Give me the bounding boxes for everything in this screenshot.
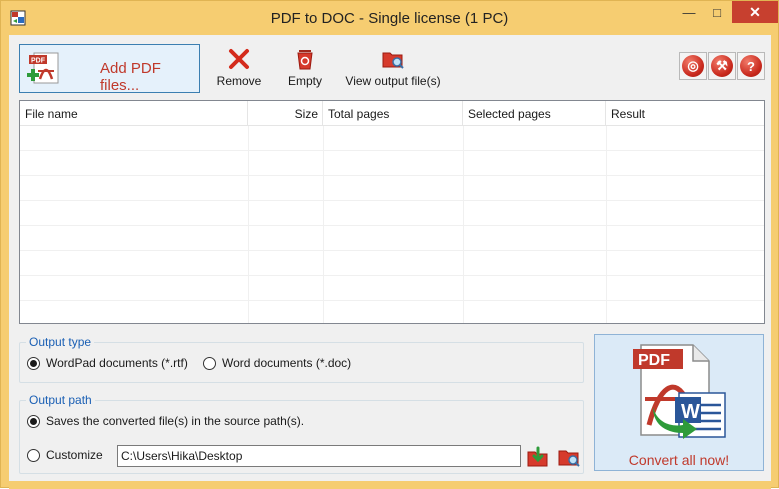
remove-label: Remove: [216, 74, 262, 88]
table-row: [20, 126, 764, 151]
radio-customize-label: Customize: [46, 448, 103, 462]
add-pdf-files-button[interactable]: PDF Add PDF files...: [19, 44, 200, 94]
settings-icon: ⚒: [711, 55, 733, 77]
radio-word-doc[interactable]: Word documents (*.doc): [203, 356, 351, 370]
pdf-to-word-icon: PDF W: [633, 344, 726, 439]
radio-source-path-label: Saves the converted file(s) in the sourc…: [46, 414, 305, 428]
column-header-result[interactable]: Result: [606, 101, 764, 126]
table-row: [20, 276, 764, 301]
app-window: PDF to DOC - Single license (1 PC) — □ ✕…: [0, 0, 779, 489]
view-output-files-button[interactable]: View output file(s): [343, 47, 443, 91]
radio-dot-selected[interactable]: [27, 356, 40, 370]
open-folder-search-icon[interactable]: [557, 445, 581, 469]
title-bar[interactable]: PDF to DOC - Single license (1 PC) — □ ✕: [1, 1, 778, 35]
column-header-file-name[interactable]: File name: [20, 101, 248, 126]
main-panel: PDF Add PDF files... Remove Empty View o…: [9, 35, 771, 481]
radio-word-doc-label: Word documents (*.doc): [222, 356, 352, 370]
convert-all-now-button[interactable]: PDF W Convert all now!: [594, 334, 764, 471]
pdf-add-icon: PDF: [27, 52, 59, 84]
help-button[interactable]: ?: [737, 52, 765, 80]
svg-text:PDF: PDF: [31, 58, 46, 65]
remove-button[interactable]: Remove: [215, 47, 263, 91]
minimize-button[interactable]: —: [674, 1, 704, 23]
browse-folder-icon[interactable]: [526, 445, 550, 469]
close-button[interactable]: ✕: [732, 1, 778, 23]
output-path-title: Output path: [26, 393, 95, 407]
add-pdf-files-label: Add PDF files...: [100, 60, 161, 94]
empty-button[interactable]: Empty: [283, 47, 327, 91]
radio-dot-selected[interactable]: [27, 414, 40, 428]
column-header-selected-pages[interactable]: Selected pages: [463, 101, 606, 126]
settings-button[interactable]: ⚒: [708, 52, 736, 80]
table-row: [20, 251, 764, 276]
table-row: [20, 151, 764, 176]
radio-wordpad-rtf[interactable]: WordPad documents (*.rtf): [27, 356, 188, 370]
column-header-size[interactable]: Size: [248, 101, 323, 126]
column-divider: [323, 126, 324, 323]
table-row: [20, 226, 764, 251]
maximize-button[interactable]: □: [704, 1, 730, 23]
column-divider: [463, 126, 464, 323]
folder-search-icon: [382, 52, 404, 69]
output-path-field[interactable]: [117, 445, 521, 467]
recycle-bin-icon: [297, 50, 313, 70]
radio-dot[interactable]: [27, 448, 40, 462]
table-header: File name Size Total pages Selected page…: [20, 101, 764, 126]
window-title: PDF to DOC - Single license (1 PC): [270, 10, 509, 27]
radio-customize[interactable]: Customize: [27, 448, 103, 462]
table-row: [20, 201, 764, 226]
column-divider: [606, 126, 607, 323]
table-row: [20, 301, 764, 323]
convert-all-now-label: Convert all now!: [628, 452, 730, 468]
column-header-total-pages[interactable]: Total pages: [323, 101, 463, 126]
pdf-badge-text: PDF: [638, 352, 670, 369]
empty-label: Empty: [287, 74, 322, 88]
web-button[interactable]: ◎: [679, 52, 707, 80]
radio-source-path[interactable]: Saves the converted file(s) in the sourc…: [27, 414, 304, 428]
view-output-files-label: View output file(s): [345, 74, 441, 88]
radio-dot[interactable]: [203, 356, 216, 370]
file-list-table[interactable]: File name Size Total pages Selected page…: [19, 100, 765, 324]
table-row: [20, 176, 764, 201]
output-type-title: Output type: [26, 335, 95, 349]
radio-wordpad-rtf-label: WordPad documents (*.rtf): [46, 356, 188, 370]
web-icon: ◎: [682, 55, 704, 77]
column-divider: [248, 126, 249, 323]
red-x-icon: [229, 49, 249, 69]
help-icon: ?: [740, 55, 762, 77]
